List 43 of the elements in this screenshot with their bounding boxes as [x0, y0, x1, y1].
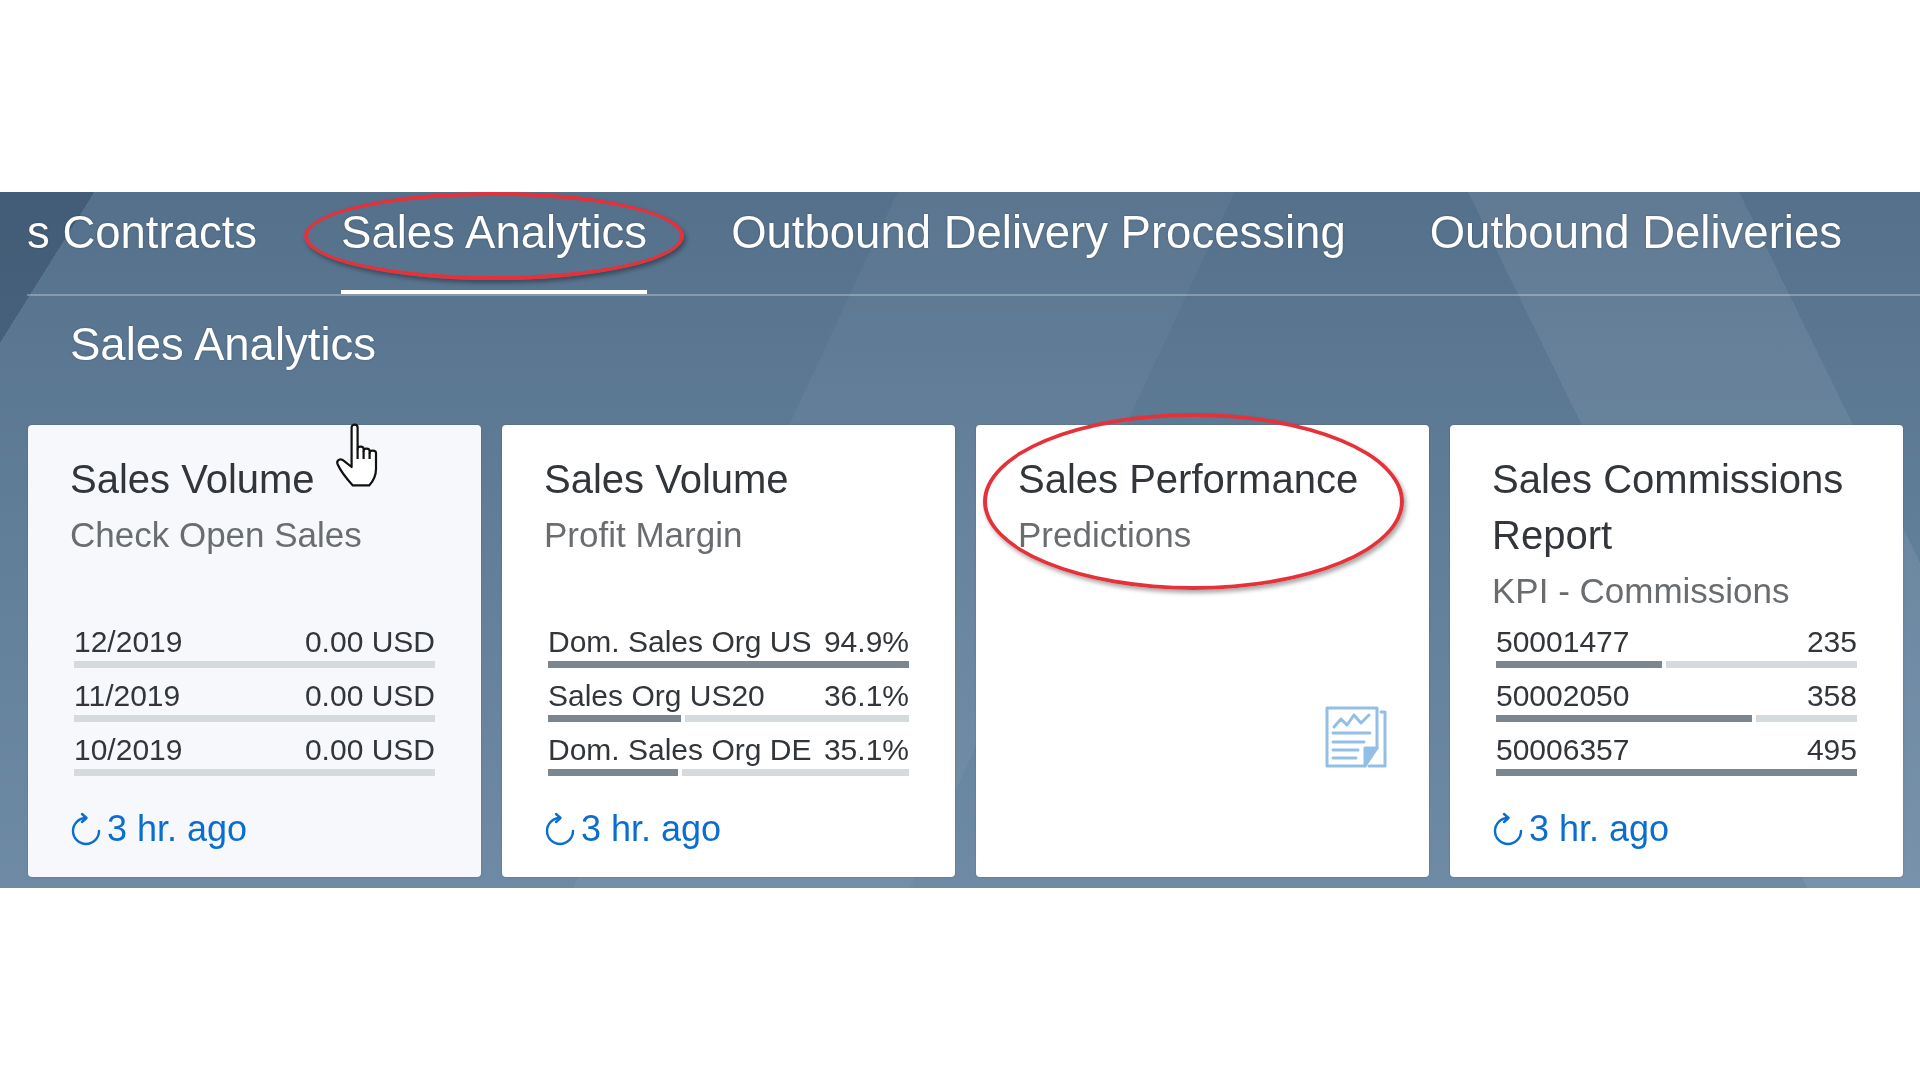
- hand-cursor-icon: [334, 423, 380, 487]
- section-title: Sales Analytics: [70, 319, 376, 371]
- refresh-time: 3 hr. ago: [581, 809, 722, 849]
- row-value: 235: [1806, 625, 1857, 659]
- row-label: Dom. Sales Org DE: [548, 733, 812, 767]
- refresh-icon: [544, 812, 576, 846]
- row-label: Dom. Sales Org US: [548, 625, 812, 659]
- refresh-time: 3 hr. ago: [107, 809, 248, 849]
- tile-subtitle: Predictions: [1018, 514, 1192, 556]
- row-value: 0.00 USD: [304, 733, 435, 767]
- tab[interactable]: Outbound Deliveries: [1429, 207, 1842, 294]
- row-label: 50001477: [1496, 625, 1630, 659]
- chart-document-icon: [1324, 705, 1388, 769]
- row-label: 12/2019: [74, 625, 183, 659]
- row-value: 0.00 USD: [304, 625, 435, 659]
- row-label: 50002050: [1496, 679, 1630, 713]
- refresh-time: 3 hr. ago: [1529, 809, 1670, 849]
- row-value: 358: [1806, 679, 1857, 713]
- tab[interactable]: s Contracts: [27, 207, 258, 294]
- app-tile[interactable]: Sales Volume Check Open Sales 12/2019 0.00 USD 11/2019 0.00 USD 10/2019 0.00 USD 3 hr. ago: [28, 425, 481, 877]
- row-value: 35.1%: [823, 733, 909, 767]
- tile-title: Sales Volume: [544, 456, 789, 503]
- row-value: 36.1%: [823, 679, 909, 713]
- row-label: 50006357: [1496, 733, 1630, 767]
- tile-title: Sales Performance: [1018, 456, 1359, 503]
- refresh-icon: [1492, 812, 1524, 846]
- row-value: 495: [1806, 733, 1857, 767]
- tile-subtitle: Check Open Sales: [70, 514, 362, 556]
- app-tile[interactable]: Sales Volume Profit Margin Dom. Sales Org US 94.9% Sales Org US20 36.1% Dom. Sales Org DE 35.1% 3 hr. ago: [502, 425, 955, 877]
- row-value: 94.9%: [823, 625, 909, 659]
- tile-title: Sales Volume: [70, 456, 315, 503]
- refresh-icon: [70, 812, 102, 846]
- tile-title: Sales Commissions Report: [1492, 456, 1845, 559]
- tab[interactable]: Outbound Delivery Processing: [731, 207, 1346, 294]
- tile-subtitle: Profit Margin: [544, 514, 743, 556]
- app-tile[interactable]: Sales Performance Predictions: [976, 425, 1429, 877]
- row-value: 0.00 USD: [304, 679, 435, 713]
- tab[interactable]: Sales Analytics: [341, 207, 648, 294]
- tile-subtitle: KPI - Commissions: [1492, 570, 1790, 612]
- row-label: 10/2019: [74, 733, 183, 767]
- app-tile[interactable]: Sales Commissions Report KPI - Commissions 50001477 235 50002050 358 50006357 495 3 hr. ago: [1450, 425, 1903, 877]
- row-label: Sales Org US20: [548, 679, 765, 713]
- row-label: 11/2019: [74, 679, 181, 713]
